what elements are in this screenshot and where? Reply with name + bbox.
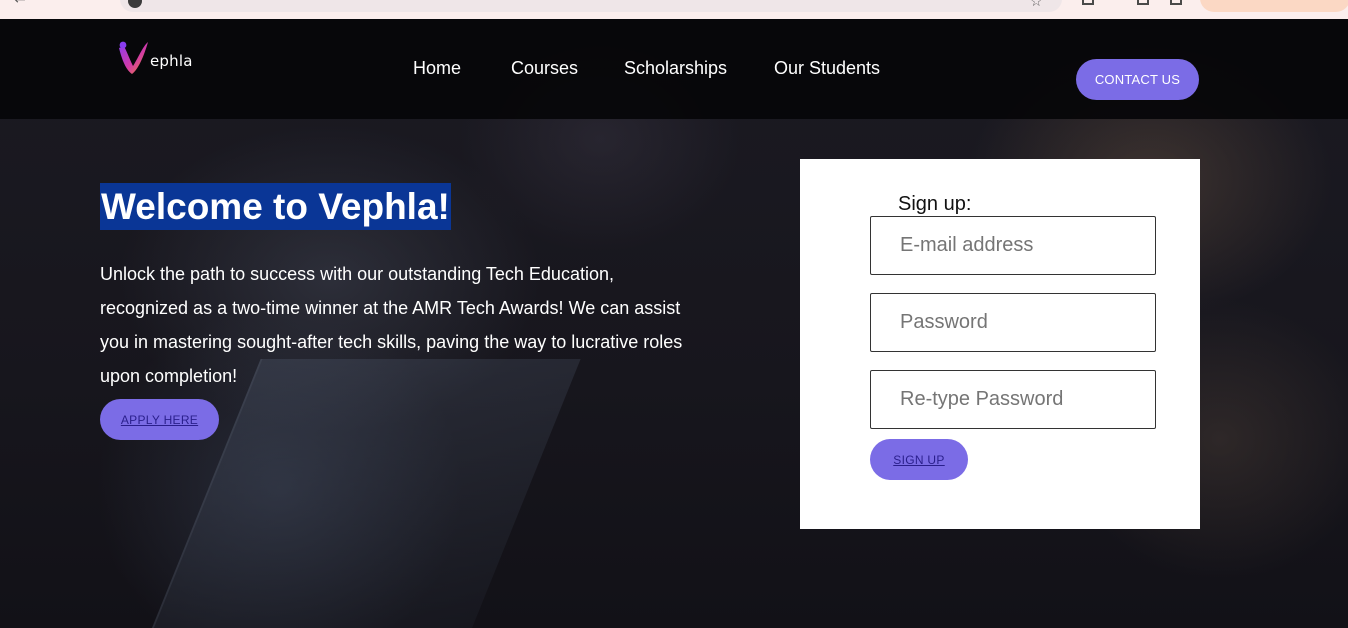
brand-name: ephla (150, 52, 193, 70)
back-icon[interactable]: ← (14, 0, 26, 8)
browser-toolbar: ← ☆ (0, 0, 1348, 19)
hero-title: Welcome to Vephla! (100, 183, 451, 230)
address-bar[interactable] (120, 0, 1062, 12)
nav-link-scholarships[interactable]: Scholarships (624, 58, 727, 79)
email-field[interactable] (870, 216, 1156, 275)
retype-password-field[interactable] (870, 370, 1156, 429)
extension-icon[interactable] (1137, 0, 1149, 5)
contact-us-button[interactable]: CONTACT US (1076, 59, 1199, 100)
profile-pill[interactable] (1200, 0, 1348, 12)
extension-icon[interactable] (1170, 0, 1182, 5)
bookmark-star-icon[interactable]: ☆ (1030, 0, 1043, 10)
nav-link-courses[interactable]: Courses (511, 58, 578, 79)
hero-description: Unlock the path to success with our outs… (100, 264, 683, 386)
signup-card: Sign up: SIGN UP (800, 159, 1200, 529)
nav-link-our-students[interactable]: Our Students (774, 58, 880, 79)
signup-title: Sign up: (898, 193, 972, 215)
sign-up-button[interactable]: SIGN UP (870, 439, 968, 480)
brand-logo[interactable]: ephla (116, 40, 193, 76)
extension-icon[interactable] (1082, 0, 1094, 5)
nav-link-home[interactable]: Home (413, 58, 461, 79)
vephla-logo-mark (119, 41, 148, 74)
apply-here-button[interactable]: APPLY HERE (100, 399, 219, 440)
password-field[interactable] (870, 293, 1156, 352)
